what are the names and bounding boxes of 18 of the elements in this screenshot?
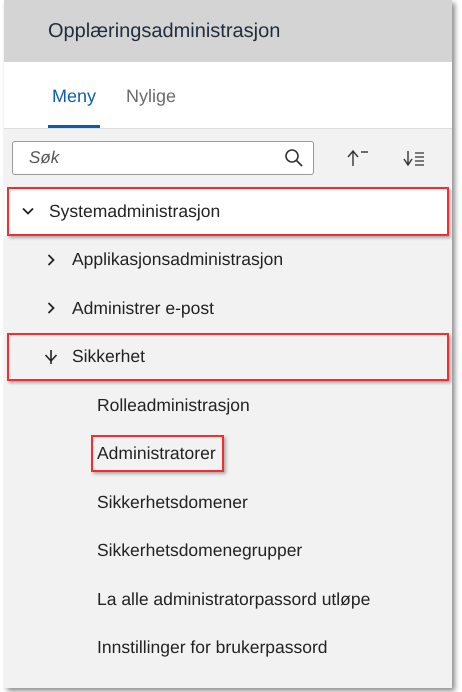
menu-item[interactable]: Sikkerhetsdomenegrupper [97,540,302,562]
menu-item[interactable]: Administrer e-post [72,298,214,319]
menu-item[interactable]: Sikkerhetsdomener [97,492,248,513]
sort-ascending-icon[interactable] [346,148,370,168]
menu-item[interactable]: Systemadministrasjon [49,200,220,222]
menu-item[interactable]: Rolleadministrasjon [97,394,250,416]
menu-item[interactable]: Applikasjonsadministrasjon [72,249,284,270]
panel-title: Opplæringsadministrasjon [48,20,280,42]
search-icon [284,148,304,168]
menu-item[interactable]: Sikkerhet [72,346,145,368]
menu-item[interactable]: Administratorer [91,435,224,472]
search-field[interactable]: Søk [12,141,314,175]
menu-item[interactable]: Innstillinger for brukerpassord [97,637,328,658]
arrow-down-icon[interactable] [44,348,58,365]
menu-item[interactable]: La alle administratorpassord utløpe [97,588,370,610]
tab[interactable]: Meny [48,86,100,128]
sort-descending-icon[interactable] [402,148,426,168]
tab[interactable]: Nylige [122,86,180,128]
